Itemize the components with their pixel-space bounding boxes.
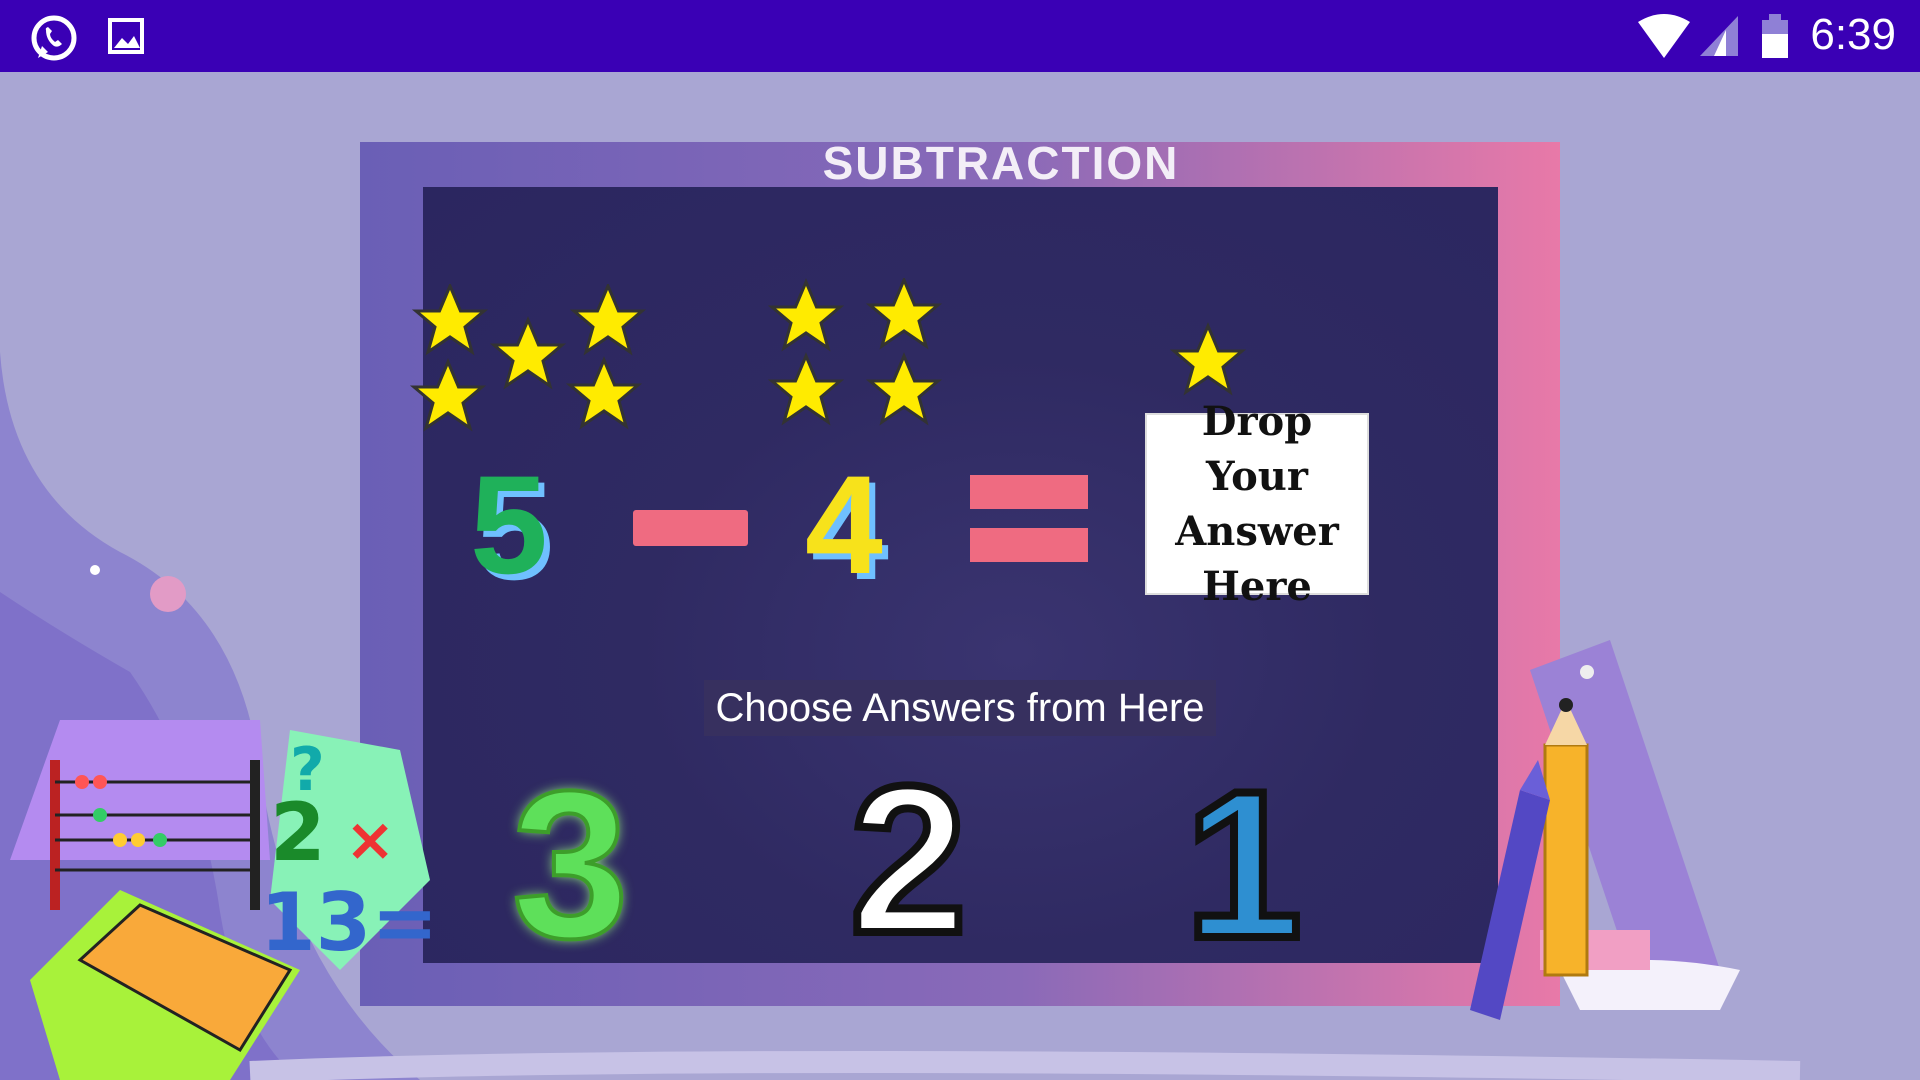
star-icon xyxy=(414,284,486,354)
drop-target-label: Drop Your Answer Here xyxy=(1175,398,1339,610)
signal-icon xyxy=(1700,16,1738,56)
answer-drop-target[interactable]: Drop Your Answer Here xyxy=(1145,398,1369,610)
image-icon xyxy=(108,18,144,54)
star-icon xyxy=(568,358,640,428)
choices-label: Choose Answers from Here xyxy=(704,680,1216,736)
answer-choice-2[interactable]: 2 xyxy=(846,751,971,969)
equals-sign-top xyxy=(970,475,1088,509)
math-clipart-decoration: ? 2 × 13= xyxy=(10,720,438,1080)
svg-text:2: 2 xyxy=(270,786,326,879)
whatsapp-icon xyxy=(31,15,77,61)
minuend-stars xyxy=(412,284,644,430)
star-icon xyxy=(412,360,484,430)
minuend-number: 5 xyxy=(470,446,548,603)
minus-sign xyxy=(633,510,748,546)
subtrahend-number: 4 xyxy=(805,446,883,603)
battery-icon xyxy=(1762,14,1788,58)
star-icon xyxy=(868,354,940,424)
svg-text:×: × xyxy=(345,805,395,875)
answer-star xyxy=(1169,322,1247,396)
status-bar: 6:39 xyxy=(0,0,1920,72)
clock-time: 6:39 xyxy=(1810,10,1896,59)
star-icon xyxy=(770,280,842,350)
page-title: SUBTRACTION xyxy=(822,137,1180,189)
answer-choice-3[interactable]: 3 xyxy=(510,758,631,972)
star-icon xyxy=(572,284,644,354)
star-icon xyxy=(492,318,564,388)
equals-sign-bottom xyxy=(970,528,1088,562)
svg-text:13=: 13= xyxy=(260,876,438,969)
wifi-icon xyxy=(1638,14,1690,58)
answer-choice-1[interactable]: 1 xyxy=(1181,756,1306,974)
star-icon xyxy=(770,354,842,424)
school-supplies-decoration xyxy=(1470,640,1740,1020)
star-icon xyxy=(868,278,940,348)
subtrahend-stars xyxy=(770,278,940,424)
